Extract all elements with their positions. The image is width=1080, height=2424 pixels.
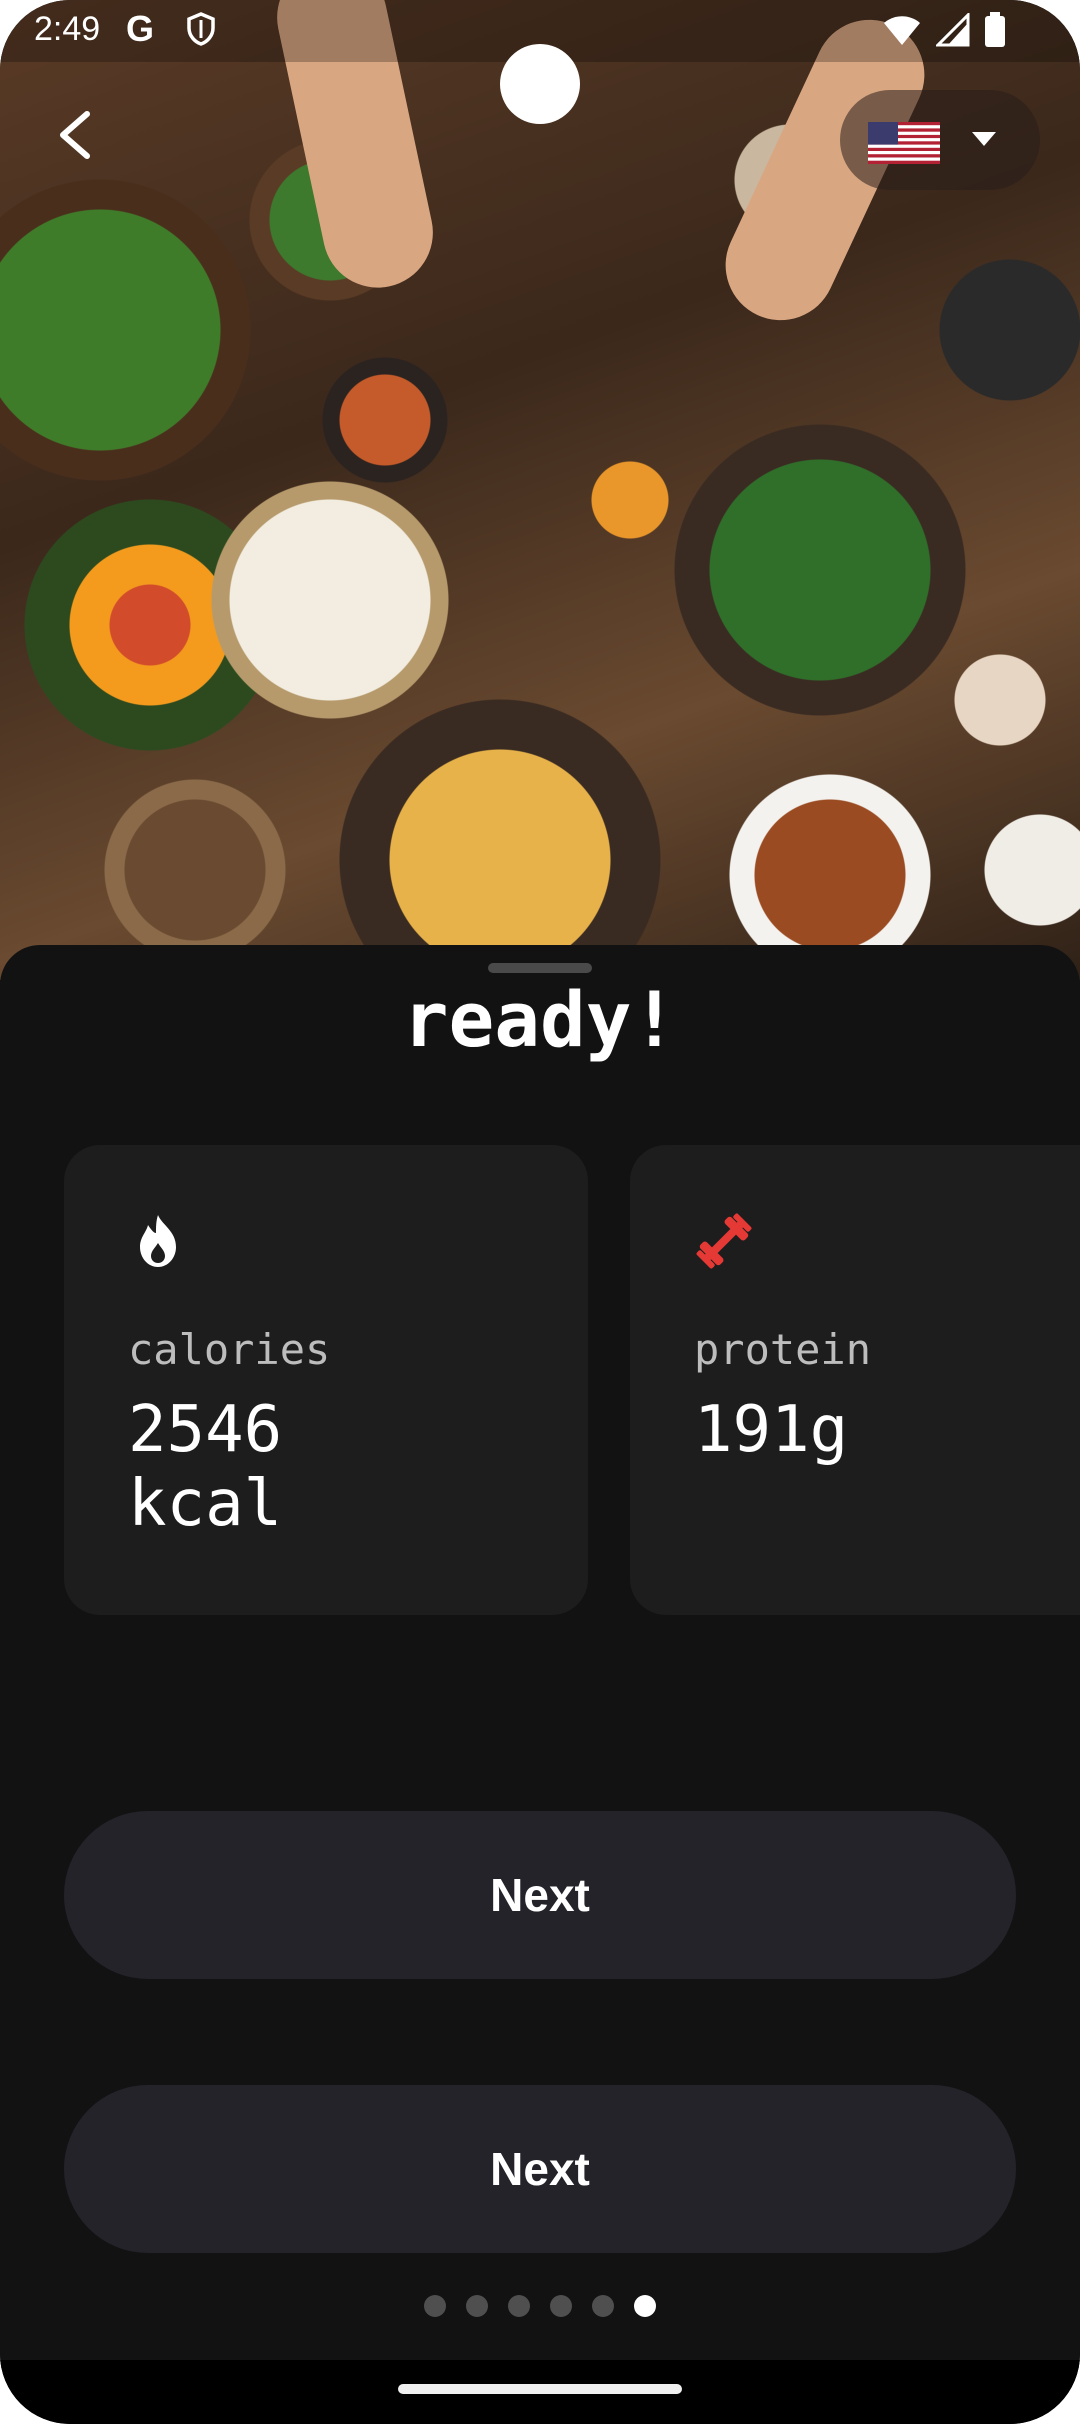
- back-button[interactable]: [40, 100, 110, 170]
- page-dot: [424, 2295, 446, 2317]
- app-screen: 2:49 G ready! calories 2546 kcal protein…: [0, 0, 1080, 2424]
- page-dot: [550, 2295, 572, 2317]
- page-dot: [592, 2295, 614, 2317]
- language-selector[interactable]: [840, 90, 1040, 190]
- us-flag-icon: [868, 122, 940, 164]
- dumbbell-icon: [696, 1213, 752, 1269]
- page-dot: [508, 2295, 530, 2317]
- drag-handle[interactable]: [488, 963, 592, 973]
- flame-icon: [140, 1215, 176, 1267]
- calories-card: calories 2546 kcal: [64, 1145, 588, 1615]
- status-icons: [882, 12, 1006, 48]
- signal-icon: [936, 13, 970, 47]
- caret-down-icon: [972, 132, 996, 146]
- page-dot-active: [634, 2295, 656, 2317]
- wifi-icon: [884, 16, 920, 45]
- protein-value: 191g: [694, 1393, 849, 1467]
- headline: ready!: [402, 975, 678, 1064]
- page-indicator: [0, 2295, 1080, 2317]
- shield-icon: [187, 12, 215, 46]
- calories-value: 2546 kcal: [128, 1393, 283, 1541]
- summary-sheet: ready! calories 2546 kcal protein 191g N…: [0, 945, 1080, 2369]
- page-dot: [466, 2295, 488, 2317]
- camera-cutout: [500, 44, 580, 124]
- protein-label: protein: [694, 1325, 872, 1374]
- back-arrow-icon: [60, 111, 90, 159]
- status-time: 2:49: [34, 10, 101, 48]
- protein-card: protein 191g: [630, 1145, 1080, 1615]
- next-button[interactable]: Next: [64, 1811, 1016, 1979]
- battery-icon: [985, 12, 1005, 47]
- google-icon: G: [126, 8, 155, 49]
- next-button-secondary[interactable]: Next: [64, 2085, 1016, 2253]
- calories-label: calories: [128, 1325, 331, 1374]
- home-indicator[interactable]: [398, 2384, 682, 2394]
